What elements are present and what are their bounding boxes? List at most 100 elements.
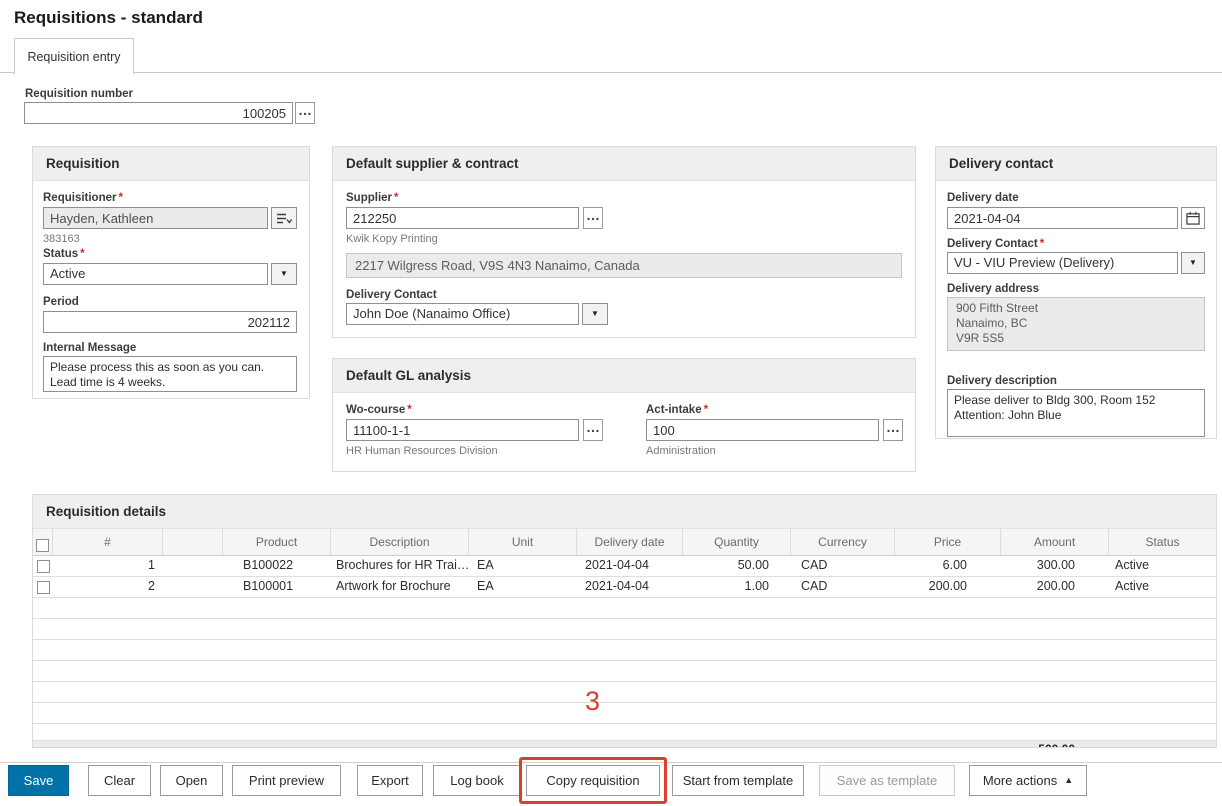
supplier-delivery-contact-select[interactable]: John Doe (Nanaimo Office) (346, 303, 579, 325)
act-intake-label: Act-intake (646, 404, 708, 416)
table-cell-price: 200.00 (895, 577, 1001, 597)
delivery-date-input[interactable] (947, 207, 1178, 229)
requisitioner-input[interactable] (43, 207, 268, 229)
table-cell-unit: EA (469, 577, 577, 597)
column-header-product[interactable]: Product (223, 529, 331, 555)
supplier-delivery-contact-dropdown-button[interactable]: ▼ (582, 303, 608, 325)
copy-requisition-button[interactable]: Copy requisition (526, 765, 660, 796)
start-from-template-button[interactable]: Start from template (672, 765, 804, 796)
save-button[interactable]: Save (8, 765, 69, 796)
delivery-contact-panel: Delivery contact Delivery date Delivery … (935, 146, 1217, 439)
delivery-description-textarea[interactable]: Please deliver to Bldg 300, Room 152 Att… (947, 389, 1205, 437)
wo-course-lookup-button[interactable]: … (583, 419, 603, 441)
internal-message-textarea[interactable]: Please process this as soon as you can. … (43, 356, 297, 392)
supplier-panel-title: Default supplier & contract (333, 147, 915, 181)
log-book-button[interactable]: Log book (433, 765, 521, 796)
more-actions-button[interactable]: More actions ▲ (969, 765, 1087, 796)
delivery-address-label: Delivery address (947, 283, 1039, 295)
table-cell-cb (33, 556, 53, 576)
empty-table-row (33, 640, 1216, 661)
requisition-panel: Requisition Requisitioner 383163 Status … (32, 146, 310, 399)
requisition-number-lookup-button[interactable]: … (295, 102, 315, 124)
gl-analysis-panel-title: Default GL analysis (333, 359, 915, 393)
column-header-num[interactable]: # (53, 529, 163, 555)
column-header-currency[interactable]: Currency (791, 529, 895, 555)
column-header-description[interactable]: Description (331, 529, 469, 555)
column-header-status[interactable]: Status (1109, 529, 1216, 555)
supplier-input[interactable] (346, 207, 579, 229)
table-cell-delivery_date: 2021-04-04 (577, 577, 683, 597)
tab-strip-divider (0, 72, 1222, 73)
delivery-contact-panel-title: Delivery contact (936, 147, 1216, 181)
clear-button[interactable]: Clear (88, 765, 151, 796)
table-cell-cb (33, 577, 53, 597)
open-button[interactable]: Open (160, 765, 223, 796)
gl-analysis-panel: Default GL analysis Wo-course … HR Human… (332, 358, 916, 472)
table-cell-amount: 200.00 (1001, 577, 1109, 597)
menu-up-icon: ▲ (1064, 776, 1073, 785)
wo-course-input[interactable] (346, 419, 579, 441)
details-sum-row: 500.00 (33, 741, 1216, 748)
details-rows: 1B100022Brochures for HR Trai…EA2021-04-… (33, 556, 1216, 741)
table-cell-description: Brochures for HR Trai… (331, 556, 469, 576)
ellipsis-icon: … (586, 207, 600, 223)
empty-table-row (33, 682, 1216, 703)
ellipsis-icon: … (298, 102, 312, 118)
print-preview-button[interactable]: Print preview (232, 765, 341, 796)
wo-course-helper: HR Human Resources Division (346, 445, 498, 457)
tab-requisition-entry[interactable]: Requisition entry (14, 38, 134, 74)
table-cell-status: Active (1109, 556, 1216, 576)
delivery-date-label: Delivery date (947, 192, 1019, 204)
act-intake-lookup-button[interactable]: … (883, 419, 903, 441)
act-intake-input[interactable] (646, 419, 879, 441)
empty-table-row (33, 703, 1216, 724)
column-header-blank (163, 529, 223, 555)
table-cell-quantity: 50.00 (683, 556, 791, 576)
export-button[interactable]: Export (357, 765, 423, 796)
status-select[interactable]: Active (43, 263, 268, 285)
column-header-unit[interactable]: Unit (469, 529, 577, 555)
select-all-checkbox[interactable] (36, 539, 49, 552)
requisition-details-panel-title: Requisition details (33, 495, 1216, 529)
supplier-address-field: 2217 Wilgress Road, V9S 4N3 Nanaimo, Can… (346, 253, 902, 278)
period-input[interactable] (43, 311, 297, 333)
save-as-template-button: Save as template (819, 765, 955, 796)
column-header-price[interactable]: Price (895, 529, 1001, 555)
delivery-contact-dropdown-button[interactable]: ▼ (1181, 252, 1205, 274)
calendar-icon (1186, 211, 1200, 225)
wo-course-label: Wo-course (346, 404, 412, 416)
column-header-delivery-date[interactable]: Delivery date (577, 529, 683, 555)
column-header-quantity[interactable]: Quantity (683, 529, 791, 555)
annotation-step-number: 3 (585, 686, 600, 717)
empty-table-row (33, 724, 1216, 741)
row-checkbox[interactable] (37, 581, 50, 594)
supplier-name-helper: Kwik Kopy Printing (346, 233, 438, 245)
table-cell-icon (163, 556, 223, 576)
delivery-contact-label: Delivery Contact (947, 238, 1044, 250)
page-title: Requisitions - standard (14, 8, 203, 28)
table-cell-amount: 300.00 (1001, 556, 1109, 576)
supplier-panel: Default supplier & contract Supplier … K… (332, 146, 916, 338)
column-header-amount[interactable]: Amount (1001, 529, 1109, 555)
ellipsis-icon: … (886, 419, 900, 435)
delivery-date-calendar-button[interactable] (1181, 207, 1205, 229)
tab-label: Requisition entry (27, 50, 120, 64)
requisitioner-lookup-button[interactable] (271, 207, 297, 229)
requisitioner-label: Requisitioner (43, 192, 123, 204)
table-row[interactable]: 1B100022Brochures for HR Trai…EA2021-04-… (33, 556, 1216, 577)
table-cell-product: B100001 (223, 577, 331, 597)
table-cell-num: 2 (53, 577, 163, 597)
status-label: Status (43, 248, 85, 260)
internal-message-label: Internal Message (43, 342, 136, 354)
requisition-number-input[interactable] (24, 102, 293, 124)
delivery-contact-select[interactable]: VU - VIU Preview (Delivery) (947, 252, 1178, 274)
supplier-delivery-contact-label: Delivery Contact (346, 289, 437, 301)
row-checkbox[interactable] (37, 560, 50, 573)
chevron-down-icon: ▼ (1189, 259, 1197, 267)
supplier-lookup-button[interactable]: … (583, 207, 603, 229)
status-dropdown-button[interactable]: ▼ (271, 263, 297, 285)
table-cell-quantity: 1.00 (683, 577, 791, 597)
period-label: Period (43, 296, 79, 308)
requisitioner-id-helper: 383163 (43, 233, 80, 245)
table-row[interactable]: 2B100001Artwork for BrochureEA2021-04-04… (33, 577, 1216, 598)
